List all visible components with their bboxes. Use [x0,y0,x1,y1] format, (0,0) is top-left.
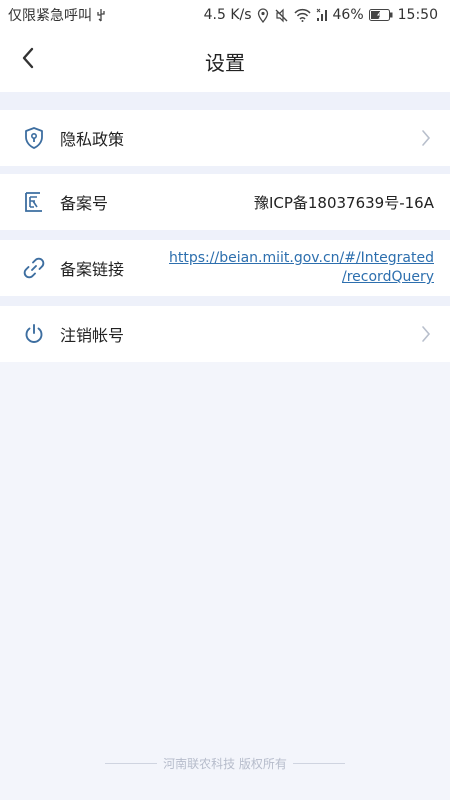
carrier-text: 仅限紧急呼叫 [8,8,92,24]
footer: 河南联农科技 版权所有 [0,755,450,772]
filing-number-label: 备案号 [60,194,109,213]
status-bar: 仅限紧急呼叫 4.5 K/s 46% 15:50 [0,0,450,30]
battery-percent: 46% [332,7,364,23]
filing-link-url-line2: /recordQuery [342,269,434,285]
section-gap [0,230,450,240]
network-speed: 4.5 K/s [203,7,252,23]
power-icon [22,322,46,346]
battery-icon [368,9,393,21]
signal-icon [316,8,328,22]
back-button[interactable] [12,44,44,76]
filing-link-url-line1: https://beian.miit.gov.cn/#/Integrated [169,250,434,266]
footer-divider [292,763,345,764]
filing-number-value: 豫ICP备18037639号-16A [253,193,434,212]
title-bar: 设置 [0,30,450,92]
filing-link-url[interactable]: https://beian.miit.gov.cn/#/Integrated /… [169,249,434,287]
privacy-policy-label: 隐私政策 [60,130,125,149]
wifi-icon [293,8,311,22]
chevron-right-icon [418,324,434,344]
filing-link-label: 备案链接 [60,260,125,279]
status-right: 4.5 K/s 46% 15:50 [204,7,438,23]
deactivate-account-row[interactable]: 注销帐号 [0,306,450,362]
clock: 15:50 [397,7,438,23]
shield-icon [22,126,46,150]
usb-icon [96,8,106,22]
privacy-policy-row[interactable]: 隐私政策 [0,110,450,166]
copyright-text: 河南联农科技 版权所有 [163,757,287,771]
deactivate-account-label: 注销帐号 [60,326,125,345]
page-title: 设置 [205,50,245,75]
link-icon [22,256,46,280]
chevron-right-icon [418,128,434,148]
filing-number-row: 备案号 豫ICP备18037639号-16A [0,174,450,230]
section-gap [0,166,450,174]
section-gap [0,296,450,306]
filing-link-row: 备案链接 https://beian.miit.gov.cn/#/Integra… [0,240,450,296]
status-left: 仅限紧急呼叫 [8,5,106,25]
section-gap [0,92,450,110]
location-icon [257,7,269,23]
chevron-left-icon [21,47,35,73]
mute-icon [274,8,289,23]
record-icon [22,190,46,214]
footer-divider [105,763,158,764]
